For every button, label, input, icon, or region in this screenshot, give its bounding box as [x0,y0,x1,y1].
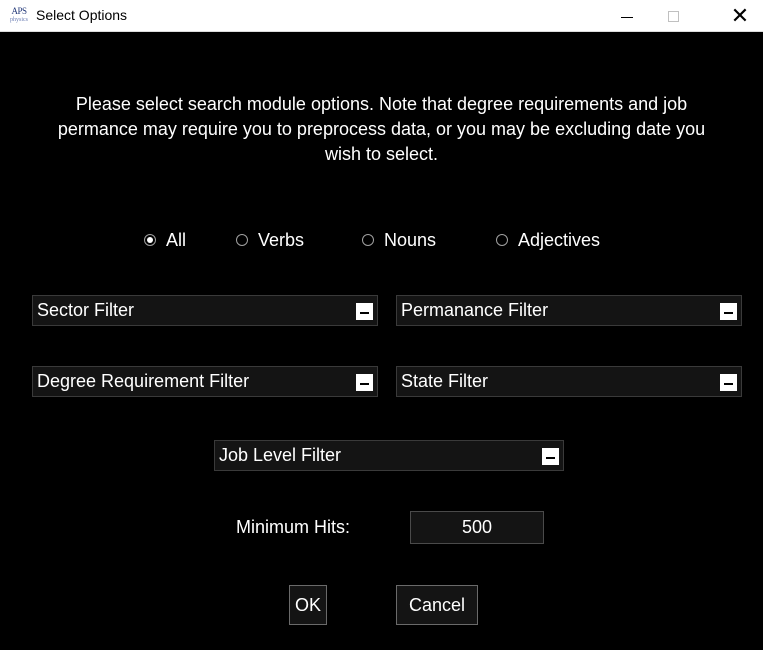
degree-filter-dropdown[interactable]: Degree Requirement Filter [32,366,378,397]
window-title: Select Options [36,7,128,23]
instructions-text: Please select search module options. Not… [57,94,706,164]
radio-unchecked-icon [236,234,248,246]
maximize-icon [667,10,679,22]
dropdown-arrow-icon[interactable] [720,303,737,320]
minimum-hits-input[interactable]: 500 [410,511,544,544]
title-bar[interactable]: APS physics Select Options ✕ [0,0,763,32]
job-level-filter-dropdown[interactable]: Job Level Filter [214,440,564,471]
sector-filter-value: Sector Filter [37,300,135,320]
job-level-filter-value: Job Level Filter [219,445,342,465]
permanance-filter-dropdown[interactable]: Permanance Filter [396,295,742,326]
permanance-filter-value: Permanance Filter [401,300,549,320]
minimum-hits-label: Minimum Hits: [236,517,351,537]
app-icon-text: APS [11,6,27,16]
radio-label-all: All [166,229,187,250]
radio-unchecked-icon [362,234,374,246]
radio-checked-icon [144,234,156,246]
degree-filter-value: Degree Requirement Filter [37,371,250,391]
state-filter-value: State Filter [401,371,489,391]
sector-filter-dropdown[interactable]: Sector Filter [32,295,378,326]
radio-nouns[interactable]: Nouns [362,228,436,252]
minimize-icon [621,16,633,18]
ok-button[interactable]: OK [289,585,327,625]
radio-adjectives[interactable]: Adjectives [496,228,600,252]
close-icon: ✕ [730,3,750,28]
state-filter-dropdown[interactable]: State Filter [396,366,742,397]
select-options-dialog: APS physics Select Options ✕ Please sele… [0,0,763,650]
radio-all[interactable]: All [144,228,186,252]
radio-unchecked-icon [496,234,508,246]
radio-label-verbs: Verbs [258,229,305,250]
dropdown-arrow-icon[interactable] [356,303,373,320]
cancel-button[interactable]: Cancel [396,585,478,625]
close-button[interactable]: ✕ [717,0,763,32]
radio-verbs[interactable]: Verbs [236,228,304,252]
dropdown-arrow-icon[interactable] [542,448,559,465]
minimize-button[interactable] [604,0,650,32]
maximize-button [650,0,696,32]
radio-label-adjectives: Adjectives [518,229,601,250]
dropdown-arrow-icon[interactable] [356,374,373,391]
app-icon: APS physics [9,7,29,25]
word-type-radio-group: All Verbs Nouns Adjectives [0,228,763,252]
dropdown-arrow-icon[interactable] [720,374,737,391]
app-icon-subtext: physics [10,17,28,23]
radio-label-nouns: Nouns [384,229,437,250]
